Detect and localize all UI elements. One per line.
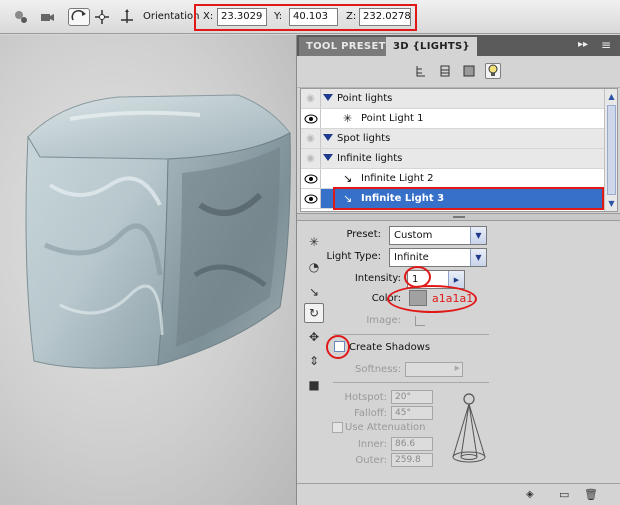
outer-label: Outer:	[355, 455, 387, 466]
scene-icon[interactable]	[413, 63, 429, 79]
tab-3d-lights[interactable]: 3D {LIGHTS}	[386, 37, 477, 56]
new-light-icon[interactable]: ▭	[559, 488, 573, 502]
falloff-field: 45°	[391, 406, 433, 420]
meshes-icon[interactable]	[437, 63, 453, 79]
image-folder-icon	[415, 316, 425, 326]
3d-object-rotate-icon[interactable]	[12, 8, 30, 26]
inner-field: 86.6	[391, 437, 433, 451]
drag-light-icon[interactable]: ✥	[304, 327, 324, 347]
ice-cube-render	[25, 94, 291, 369]
group-label: Infinite lights	[337, 153, 403, 164]
preset-label: Preset:	[346, 229, 381, 240]
spotlight-cone-icon	[449, 391, 489, 469]
use-attenuation-label: Use Attenuation	[345, 422, 426, 433]
3d-lights-panel: TOOL PRESETS 3D {LIGHTS} ▸▸ ≡ ◉ Point li…	[296, 35, 620, 505]
scroll-up-icon[interactable]: ▲	[606, 90, 617, 102]
hotspot-label: Hotspot:	[344, 392, 387, 403]
tree-scrollbar[interactable]: ▲ ▼	[604, 89, 617, 211]
z-field[interactable]: 232.0278	[359, 8, 411, 26]
toggle-light-guides-icon[interactable]: ◈	[526, 489, 544, 501]
light-type-label: Light Type:	[326, 251, 381, 262]
visibility-icon[interactable]: ◉	[301, 149, 321, 168]
preset-value: Custom	[394, 230, 433, 241]
delete-light-icon[interactable]: 🗑	[584, 488, 598, 502]
visibility-eye-icon[interactable]	[301, 169, 321, 188]
new-infinite-light-icon[interactable]: ↘	[304, 282, 324, 302]
new-point-light-icon[interactable]: ✳	[304, 232, 324, 252]
panel-menu-icon[interactable]: ≡	[601, 38, 611, 52]
drag-light-tool-icon[interactable]	[93, 8, 111, 26]
light-type-dropdown[interactable]: Infinite ▼	[389, 248, 487, 267]
tree-group-infinite-lights[interactable]: ◉ Infinite lights	[301, 149, 605, 169]
section-divider	[333, 334, 489, 335]
x-label: X:	[203, 11, 214, 22]
section-divider	[333, 382, 489, 383]
tree-item-point-light-1[interactable]: ✳ Point Light 1	[301, 109, 605, 129]
scroll-down-icon[interactable]: ▼	[606, 197, 617, 209]
light-type-value: Infinite	[394, 252, 429, 263]
infinite-light-icon: ↘	[343, 172, 353, 185]
preset-dropdown[interactable]: Custom ▼	[389, 226, 487, 245]
group-label: Spot lights	[337, 133, 391, 144]
item-label: Point Light 1	[361, 113, 424, 124]
visibility-icon[interactable]: ◉	[301, 129, 321, 148]
shadows-annotation-circle	[326, 335, 350, 359]
expand-triangle-icon[interactable]	[323, 154, 333, 161]
grip-icon[interactable]	[453, 216, 465, 218]
panel-tab-bar: TOOL PRESETS 3D {LIGHTS} ▸▸ ≡	[297, 35, 620, 56]
falloff-label: Falloff:	[354, 408, 387, 419]
selected-light-annotation-box	[333, 187, 604, 210]
rotate-light-icon[interactable]: ↻	[304, 303, 324, 323]
hotspot-field: 20°	[391, 390, 433, 404]
panel-resize-divider[interactable]	[297, 213, 620, 221]
x-field[interactable]: 23.3029	[217, 8, 267, 26]
expand-triangle-icon[interactable]	[323, 94, 333, 101]
scroll-thumb[interactable]	[607, 105, 616, 195]
softness-field: ▶	[405, 362, 463, 377]
orientation-label: Orientation	[143, 11, 200, 22]
create-shadows-label: Create Shadows	[349, 342, 431, 353]
materials-icon[interactable]	[461, 63, 477, 79]
group-label: Point lights	[337, 93, 393, 104]
z-label: Z:	[346, 11, 357, 22]
document-canvas[interactable]	[0, 35, 296, 505]
visibility-eye-icon[interactable]	[301, 189, 321, 208]
tree-item-infinite-light-2[interactable]: ↘ Infinite Light 2	[301, 169, 605, 189]
visibility-icon[interactable]: ◉	[301, 89, 321, 108]
color-annotation-ellipse	[387, 285, 477, 313]
tree-group-point-lights[interactable]: ◉ Point lights	[301, 89, 605, 109]
visibility-eye-icon[interactable]	[301, 109, 321, 128]
chevron-down-icon[interactable]: ▼	[470, 249, 486, 266]
intensity-label: Intensity:	[354, 273, 401, 284]
point-light-icon: ✳	[343, 112, 353, 125]
camera-icon[interactable]: ■	[304, 375, 324, 395]
slide-light-tool-icon[interactable]	[118, 8, 136, 26]
rotate-light-tool-icon[interactable]	[68, 8, 90, 26]
options-bar: Orientation X: 23.3029 Y: 40.103 Z: 232.…	[0, 0, 620, 34]
chevron-right-icon: ▶	[454, 364, 460, 372]
chevron-down-icon[interactable]: ▼	[470, 227, 486, 244]
lights-filter-icon[interactable]	[485, 63, 501, 79]
inner-label: Inner:	[357, 439, 387, 450]
panel-bottom-bar: ◈ ▭ 🗑	[297, 483, 620, 505]
softness-label: Softness:	[354, 364, 401, 375]
filter-icons-row	[297, 56, 620, 88]
y-label: Y:	[274, 11, 283, 22]
3d-camera-icon[interactable]	[38, 8, 56, 26]
use-attenuation-checkbox	[332, 422, 343, 433]
item-label: Infinite Light 2	[361, 173, 434, 184]
tree-group-spot-lights[interactable]: ◉ Spot lights	[301, 129, 605, 149]
outer-field: 259.8	[391, 453, 433, 467]
image-label: Image:	[366, 315, 401, 326]
expand-triangle-icon[interactable]	[323, 134, 333, 141]
collapse-icon[interactable]: ▸▸	[578, 39, 588, 50]
y-field[interactable]: 40.103	[289, 8, 338, 26]
slide-light-icon[interactable]: ⇕	[304, 351, 324, 371]
